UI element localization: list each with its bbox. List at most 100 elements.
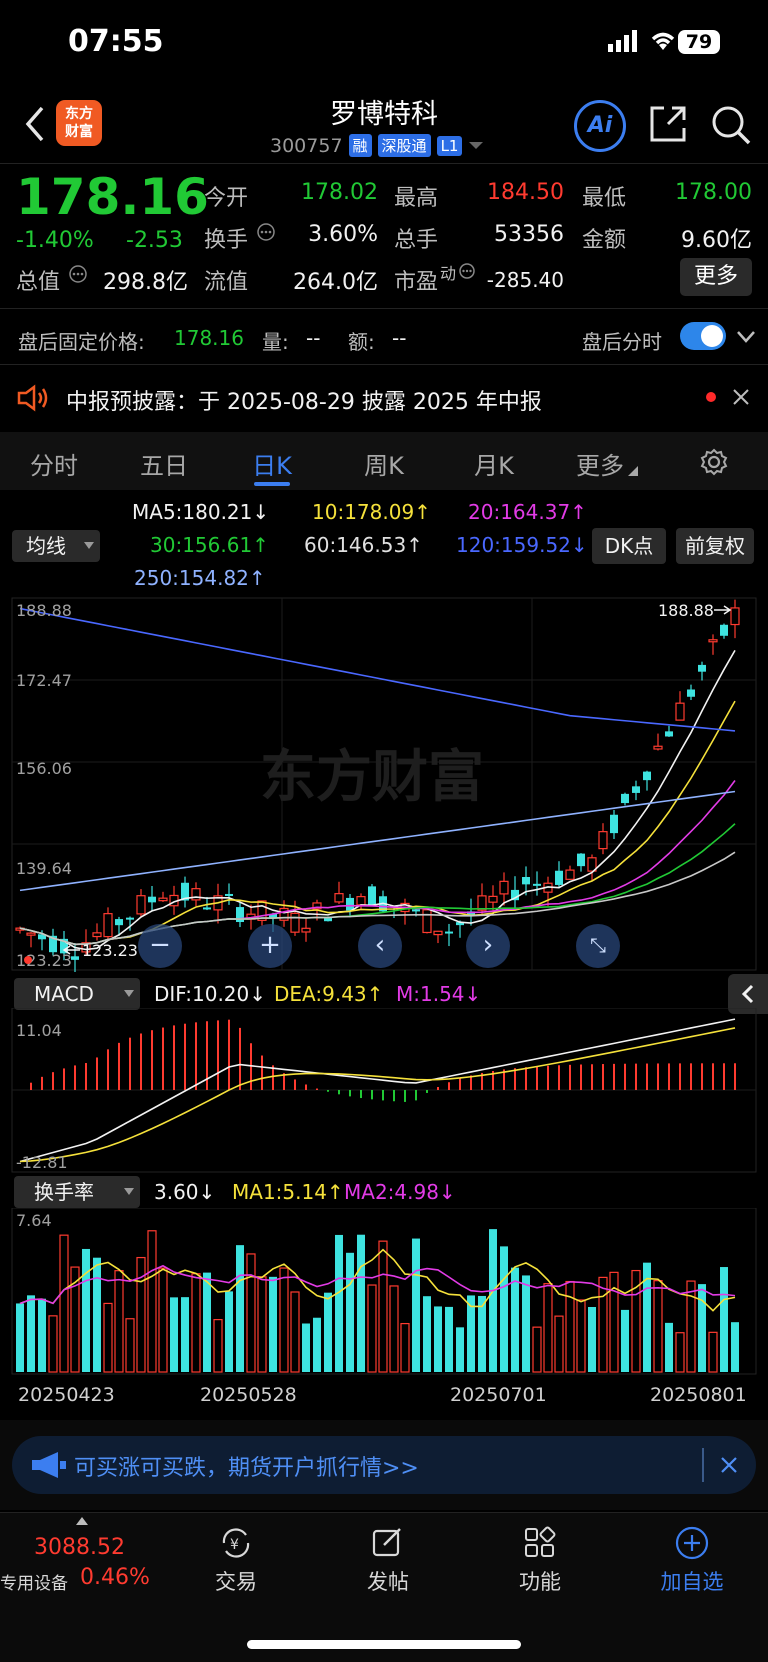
candle-body	[555, 870, 563, 885]
more-button[interactable]: 更多	[680, 258, 752, 296]
candle-body	[301, 927, 311, 933]
ma20-label: 20:164.37↑	[468, 500, 587, 524]
macd-y-top: 11.04	[16, 1021, 62, 1040]
grid-icon	[525, 1526, 556, 1557]
info-icon[interactable]	[68, 264, 88, 284]
chart-tabs: 分时 五日 日K 周K 月K 更多	[0, 432, 768, 490]
caret-up-icon	[76, 1517, 88, 1525]
caret-down-icon[interactable]	[468, 141, 484, 151]
ma10-line	[19, 700, 736, 946]
candle-body	[499, 880, 509, 895]
search-icon[interactable]	[710, 104, 752, 146]
candle-body	[598, 831, 608, 850]
turnover-bar	[324, 1292, 332, 1372]
ma10-label: 10:178.09↑	[312, 500, 431, 524]
y-axis-4: 139.64	[16, 859, 72, 878]
nav-add-watchlist[interactable]: 加自选	[632, 1525, 752, 1596]
turnover-bars-group	[16, 1229, 739, 1373]
tag-level: L1	[436, 135, 463, 156]
info-icon[interactable]	[256, 222, 276, 242]
low-value: 178.00	[675, 180, 752, 205]
ad-banner[interactable]: 可买涨可买跌，期货开户抓行情>>	[12, 1436, 756, 1494]
scroll-right-button[interactable]: ›	[466, 924, 510, 968]
y-axis-2: 172.47	[16, 671, 72, 690]
ma5-label: MA5:180.21↓	[132, 500, 270, 524]
candle-body	[103, 913, 113, 938]
adjust-button[interactable]: 前复权	[676, 528, 754, 564]
date-label-1: 20250423	[18, 1384, 115, 1406]
battery-indicator: 79	[678, 30, 720, 54]
event-dot[interactable]	[24, 956, 32, 964]
pe-value: -285.40	[486, 268, 564, 292]
high-label: 最高	[394, 186, 439, 211]
ma250-label: 250:154.82↑	[134, 566, 266, 590]
turnover-bar	[357, 1234, 365, 1372]
index-percent: 0.46%	[80, 1565, 150, 1590]
status-time: 07:55	[68, 24, 164, 59]
home-indicator	[247, 1640, 521, 1649]
plus-circle-icon	[675, 1526, 709, 1560]
nav-post[interactable]: 发帖	[328, 1525, 448, 1596]
fullscreen-button[interactable]: ⤡	[576, 924, 620, 968]
candle-body	[334, 893, 344, 903]
turnover-bar	[38, 1298, 46, 1372]
nav-features[interactable]: 功能	[480, 1525, 600, 1596]
gear-icon[interactable]	[700, 448, 728, 476]
turnover-bar	[588, 1307, 596, 1372]
zoom-in-button[interactable]: +	[248, 924, 292, 968]
macd-selector[interactable]: MACD	[14, 978, 140, 1010]
turnover-y-top: 7.64	[16, 1211, 52, 1230]
speaker-icon	[17, 384, 48, 412]
turnover-bar	[500, 1246, 508, 1372]
nav-trade[interactable]: ¥ 交易	[176, 1525, 296, 1596]
after-hours-price: 178.16	[174, 326, 244, 350]
chevron-down-icon[interactable]	[736, 330, 756, 344]
date-label-3: 20250701	[450, 1384, 547, 1406]
kline-chart[interactable]: 东方财富 188.88 172.47 156.06 139.64 123.23 …	[0, 596, 768, 972]
close-icon[interactable]	[732, 388, 750, 406]
tab-more[interactable]: 更多	[572, 446, 628, 481]
turnover-bar	[313, 1317, 321, 1372]
turnover-bar	[225, 1291, 233, 1372]
turnover-bar	[27, 1295, 35, 1372]
tab-intraday[interactable]: 分时	[24, 446, 84, 481]
tab-five-day[interactable]: 五日	[134, 446, 194, 481]
turnover-bar	[434, 1306, 442, 1372]
amount-label: 金额	[582, 228, 627, 253]
share-icon[interactable]	[648, 104, 688, 144]
candle-body	[533, 883, 541, 886]
turnover-selector[interactable]: 换手率	[14, 1176, 140, 1208]
close-icon[interactable]	[720, 1456, 738, 1474]
turnover-bar	[125, 1318, 135, 1373]
wifi-icon	[651, 32, 675, 50]
turnover-bar	[279, 1267, 289, 1373]
dk-button[interactable]: DK点	[592, 528, 666, 564]
after-hours-toggle[interactable]	[680, 322, 726, 350]
after-hours-amt: --	[392, 326, 407, 350]
candle-body	[621, 793, 629, 804]
candle-body	[203, 907, 211, 910]
ai-button[interactable]: Ai	[574, 100, 626, 152]
turnover-ma1: MA1:5.14↑	[232, 1180, 344, 1204]
turnover-bar	[93, 1257, 101, 1372]
turnover-bar	[665, 1322, 673, 1372]
macd-chart[interactable]: 11.04 -12.81	[0, 1008, 768, 1174]
float-label: 流值	[204, 270, 249, 295]
notice-text[interactable]: 中报预披露：于 2025-08-29 披露 2025 年中报	[66, 384, 542, 416]
tab-daily-k[interactable]: 日K	[242, 446, 302, 481]
turnover-bar	[720, 1267, 728, 1372]
zoom-out-button[interactable]: −	[138, 924, 182, 968]
turnover-bar	[346, 1252, 354, 1372]
tab-monthly-k[interactable]: 月K	[464, 446, 524, 481]
tab-weekly-k[interactable]: 周K	[354, 446, 414, 481]
turnover-bar	[147, 1230, 157, 1373]
scroll-left-button[interactable]: ‹	[358, 924, 402, 968]
high-marker: 188.88	[658, 601, 714, 620]
corner-triangle-icon	[628, 466, 638, 476]
candle-body	[422, 909, 432, 934]
low-marker: 123.23	[82, 941, 138, 960]
turnover-chart[interactable]: 7.64	[0, 1208, 768, 1376]
candle-body	[71, 956, 79, 960]
index-value[interactable]: 3088.52	[34, 1535, 125, 1560]
turnover-lines-group	[19, 1248, 736, 1312]
